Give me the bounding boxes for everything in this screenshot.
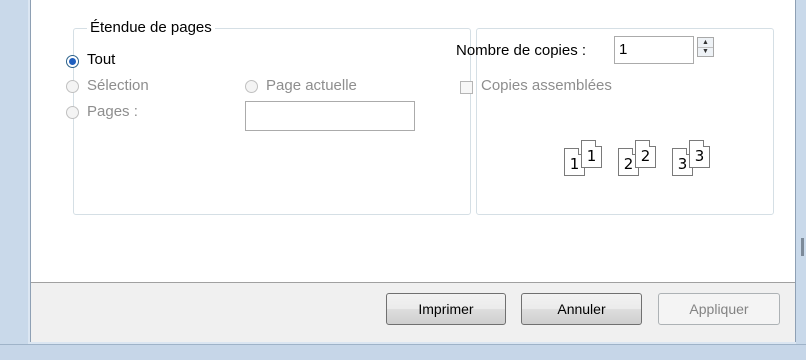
pages-input[interactable]	[245, 101, 415, 131]
collate-page-icon: 3	[689, 140, 710, 168]
window-edge-marker	[801, 238, 804, 256]
collate-checkbox[interactable]	[460, 81, 473, 94]
print-dialog: Étendue de pages Tout Sélection Page act…	[30, 0, 796, 342]
radio-selection[interactable]	[66, 80, 79, 93]
radio-pages[interactable]	[66, 106, 79, 119]
radio-selection-label[interactable]: Sélection	[87, 77, 149, 94]
collate-page-icon: 1	[581, 140, 602, 168]
radio-all[interactable]	[66, 55, 79, 68]
window-frame-left	[0, 0, 28, 359]
apply-button[interactable]: Appliquer	[658, 293, 780, 325]
cancel-button[interactable]: Annuler	[521, 293, 642, 325]
spinner-down-icon[interactable]: ▼	[698, 47, 713, 56]
copies-count-input[interactable]: 1	[614, 36, 694, 64]
page-range-legend: Étendue de pages	[87, 19, 215, 36]
radio-all-label[interactable]: Tout	[87, 51, 115, 68]
radio-current-page[interactable]	[245, 80, 258, 93]
collate-label[interactable]: Copies assemblées	[481, 77, 612, 94]
copies-spinner[interactable]: ▲ ▼	[697, 37, 714, 57]
collate-page-icon: 2	[635, 140, 656, 168]
window-frame-bottom	[0, 344, 806, 360]
copies-count-label: Nombre de copies :	[456, 42, 587, 59]
radio-pages-label[interactable]: Pages :	[87, 103, 138, 120]
print-button[interactable]: Imprimer	[386, 293, 506, 325]
radio-current-page-label[interactable]: Page actuelle	[266, 77, 357, 94]
window-frame-right	[796, 0, 806, 359]
